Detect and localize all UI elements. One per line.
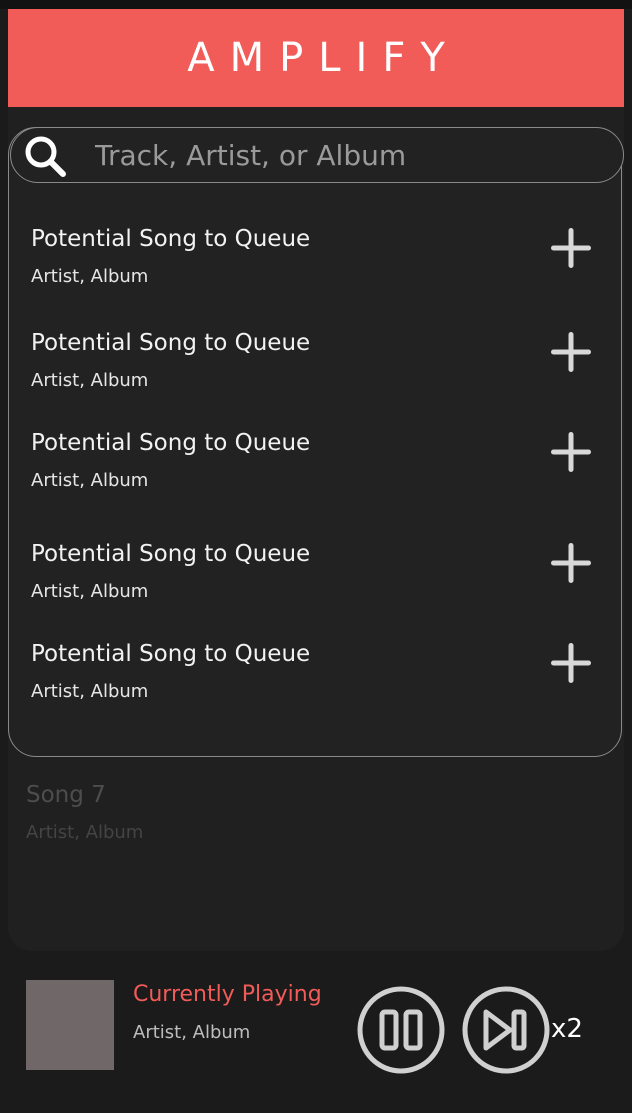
result-title: Potential Song to Queue bbox=[31, 641, 311, 667]
add-to-queue-button[interactable] bbox=[549, 541, 593, 585]
skip-next-button[interactable] bbox=[462, 986, 550, 1074]
plus-icon bbox=[551, 643, 591, 683]
queue-item-title: Song 7 bbox=[26, 782, 106, 808]
album-art bbox=[26, 980, 114, 1070]
now-playing-subtitle: Artist, Album bbox=[133, 1022, 251, 1043]
result-subtitle: Artist, Album bbox=[31, 470, 149, 491]
queue-item-subtitle: Artist, Album bbox=[26, 822, 144, 843]
result-subtitle: Artist, Album bbox=[31, 581, 149, 602]
now-playing-title: Currently Playing bbox=[133, 982, 322, 1007]
plus-icon bbox=[551, 543, 591, 583]
search-bar[interactable] bbox=[10, 127, 624, 183]
add-to-queue-button[interactable] bbox=[549, 641, 593, 685]
app-header: AMPLIFY bbox=[8, 9, 624, 107]
search-result-item[interactable]: Potential Song to Queue Artist, Album bbox=[31, 430, 611, 500]
plus-icon bbox=[551, 432, 591, 472]
status-bar bbox=[0, 0, 632, 9]
search-input[interactable] bbox=[95, 134, 595, 176]
result-title: Potential Song to Queue bbox=[31, 430, 311, 456]
result-subtitle: Artist, Album bbox=[31, 266, 149, 287]
search-result-item[interactable]: Potential Song to Queue Artist, Album bbox=[31, 226, 611, 296]
result-title: Potential Song to Queue bbox=[31, 226, 311, 252]
result-subtitle: Artist, Album bbox=[31, 370, 149, 391]
search-result-item[interactable]: Potential Song to Queue Artist, Album bbox=[31, 541, 611, 611]
pause-button[interactable] bbox=[357, 986, 445, 1074]
queue-item[interactable]: Song 7 Artist, Album bbox=[26, 782, 143, 843]
add-to-queue-button[interactable] bbox=[549, 330, 593, 374]
add-to-queue-button[interactable] bbox=[549, 430, 593, 474]
plus-icon bbox=[551, 228, 591, 268]
plus-icon bbox=[551, 332, 591, 372]
search-results-dropdown: Potential Song to Queue Artist, Album Po… bbox=[8, 127, 622, 757]
add-to-queue-button[interactable] bbox=[549, 226, 593, 270]
result-title: Potential Song to Queue bbox=[31, 541, 311, 567]
search-result-item[interactable]: Potential Song to Queue Artist, Album bbox=[31, 641, 611, 711]
playback-speed-label[interactable]: x2 bbox=[551, 1014, 583, 1044]
result-subtitle: Artist, Album bbox=[31, 681, 149, 702]
pause-icon bbox=[379, 1009, 423, 1051]
skip-next-icon bbox=[483, 1009, 527, 1051]
app-title: AMPLIFY bbox=[187, 35, 460, 81]
search-result-item[interactable]: Potential Song to Queue Artist, Album bbox=[31, 330, 611, 400]
search-icon bbox=[25, 136, 66, 177]
result-title: Potential Song to Queue bbox=[31, 330, 311, 356]
